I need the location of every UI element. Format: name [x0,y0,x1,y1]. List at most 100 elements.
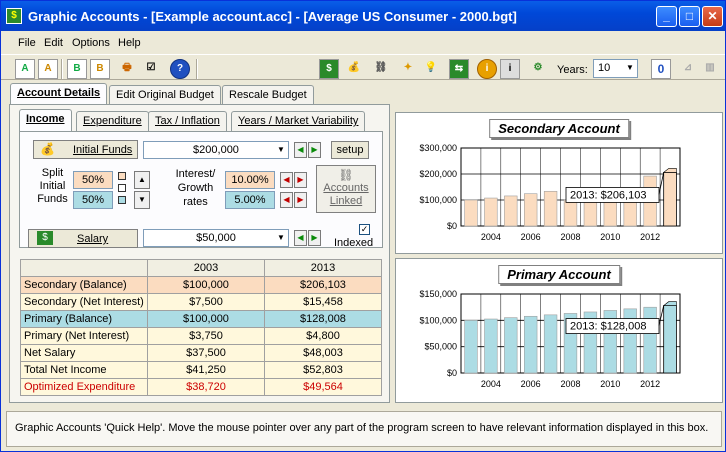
table-row[interactable]: Total Net Income $41,250 $52,803 [20,361,382,379]
tab-edit-original-budget[interactable]: Edit Original Budget [109,85,221,105]
initial-funds-select[interactable]: $200,000 ▼ [143,141,289,159]
tab-expenditure[interactable]: Expenditure [76,111,149,131]
chevron-down-icon[interactable]: ▼ [274,142,288,158]
summary-table: 2003 2013 Secondary (Balance) $100,000 $206,… [20,259,382,396]
lightbulb-icon[interactable]: ✦ [398,59,418,79]
primary-color-swatch [118,196,126,204]
table-row[interactable]: Net Salary $37,500 $48,003 [20,344,382,362]
idea-icon[interactable]: 💡 [421,59,441,79]
table-row[interactable]: Secondary (Net Interest) $7,500 $15,458 [20,293,382,311]
column-header: 2013 [264,259,382,277]
settings-icon[interactable]: ⚙ [528,59,548,79]
accounts-linked-button[interactable]: ⛓ Accounts Linked [316,165,376,213]
setup-button[interactable]: setup [331,141,369,159]
info2-icon[interactable]: i [500,59,520,79]
tab-rescale-budget[interactable]: Rescale Budget [222,85,314,105]
prev-arrow-icon[interactable]: ◀ [294,142,307,158]
money-bag-icon: 💰 [40,142,55,156]
up-arrow-icon[interactable]: ▲ [134,171,150,189]
salary-next-arrow-icon[interactable]: ▶ [308,230,321,246]
bar [464,320,478,374]
budget-icon[interactable]: B [67,59,87,79]
cell-2003: $100,000 [147,276,265,294]
split-secondary-field[interactable]: 50% [73,171,113,189]
tab-years-market-variability[interactable]: Years / Market Variability [231,111,366,131]
years-select[interactable]: 10 ▼ [593,59,638,78]
minimize-button[interactable]: _ [656,6,677,27]
salary-select[interactable]: $50,000 ▼ [143,229,289,247]
down-arrow-icon[interactable]: ▼ [134,191,150,209]
salary-prev-arrow-icon[interactable]: ◀ [294,230,307,246]
chart-small-icon[interactable]: ⊿ [678,59,698,79]
chart-icon[interactable]: ▥ [700,59,720,79]
money-icon: $ [37,231,53,245]
table-row[interactable]: Primary (Balance) $100,000 $128,008 [20,310,382,328]
link-icon[interactable]: ⛓ [371,59,391,79]
refresh-money-icon[interactable]: ⇆ [449,59,469,79]
rate-prev-arrow-icon[interactable]: ◀ [280,192,293,208]
menu-edit[interactable]: Edit [44,37,63,49]
info-icon[interactable]: i [477,59,497,79]
cell-2013: $49,564 [264,378,382,396]
analysis-icon[interactable]: A [38,59,58,79]
initial-funds-button[interactable]: 💰 Initial Funds [33,140,138,159]
rate-next-arrow-icon[interactable]: ▶ [294,172,307,188]
cell-2013: $15,458 [264,293,382,311]
x-tick-label: 2012 [640,232,660,242]
menu-file[interactable]: File [18,37,36,49]
secondary-color-swatch [118,172,126,180]
next-arrow-icon[interactable]: ▶ [308,142,321,158]
toolbar: A A B B 🖶 ☑ ? $ 💰 ⛓ ✦ 💡 ⇆ i i ⚙ Years: 1… [1,54,725,80]
bar [484,197,498,227]
salary-button[interactable]: $ Salary [28,229,138,248]
indexed-label: Indexed [334,237,374,249]
rate-prev-arrow-icon[interactable]: ◀ [280,172,293,188]
rate-next-arrow-icon[interactable]: ▶ [294,192,307,208]
rate-secondary-field[interactable]: 10.00% [225,171,275,189]
table-row[interactable]: Optimized Expenditure $38,720 $49,564 [20,378,382,396]
bar [504,317,518,374]
maximize-button[interactable]: □ [679,6,700,27]
cell-2013: $48,003 [264,344,382,362]
y-tick-label: $100,000 [419,315,457,325]
row-label: Secondary (Net Interest) [20,293,148,311]
accounts-linked-label: Accounts Linked [323,182,369,207]
chevron-down-icon[interactable]: ▼ [623,60,637,76]
x-tick-label: 2010 [600,379,620,389]
rate-primary-field[interactable]: 5.00% [225,191,275,209]
checklist-icon[interactable]: ☑ [141,59,161,79]
bar [543,190,558,227]
tab-account-details[interactable]: Account Details [10,83,108,105]
quick-help-text: Graphic Accounts 'Quick Help'. Move the … [15,422,709,434]
print-icon[interactable]: 🖶 [117,59,137,79]
chevron-down-icon[interactable]: ▼ [274,230,288,246]
tab-tax-inflation[interactable]: Tax / Inflation [148,111,227,131]
bar [524,315,538,374]
bar [623,199,637,227]
title-bar[interactable]: $ Graphic Accounts - [Example account.ac… [1,1,725,31]
table-row[interactable]: Primary (Net Interest) $3,750 $4,800 [20,327,382,345]
close-button[interactable]: ✕ [702,6,723,27]
zero-button[interactable]: 0 [651,59,671,79]
x-tick-label: 2008 [560,232,580,242]
menu-help[interactable]: Help [118,37,141,49]
x-tick-label: 2008 [560,379,580,389]
budget-edit-icon[interactable]: B [90,59,110,79]
money-bag-icon[interactable]: 💰 [344,59,364,79]
bar [543,314,558,374]
cell-2003: $38,720 [147,378,265,396]
bar [663,305,677,374]
y-tick-label: $200,000 [419,169,457,179]
cell-2003: $41,250 [147,361,265,379]
menu-options[interactable]: Options [72,37,110,49]
bar [663,172,677,227]
bar [484,318,498,374]
split-primary-field[interactable]: 50% [73,191,113,209]
indexed-checkbox[interactable]: ✓ [359,224,370,235]
help-icon[interactable]: ? [170,59,190,79]
app-icon[interactable]: $ [6,8,22,24]
account-details-icon[interactable]: A [15,59,35,79]
money-icon[interactable]: $ [319,59,339,79]
table-row[interactable]: Secondary (Balance) $100,000 $206,103 [20,276,382,294]
tab-income[interactable]: Income [19,109,72,131]
